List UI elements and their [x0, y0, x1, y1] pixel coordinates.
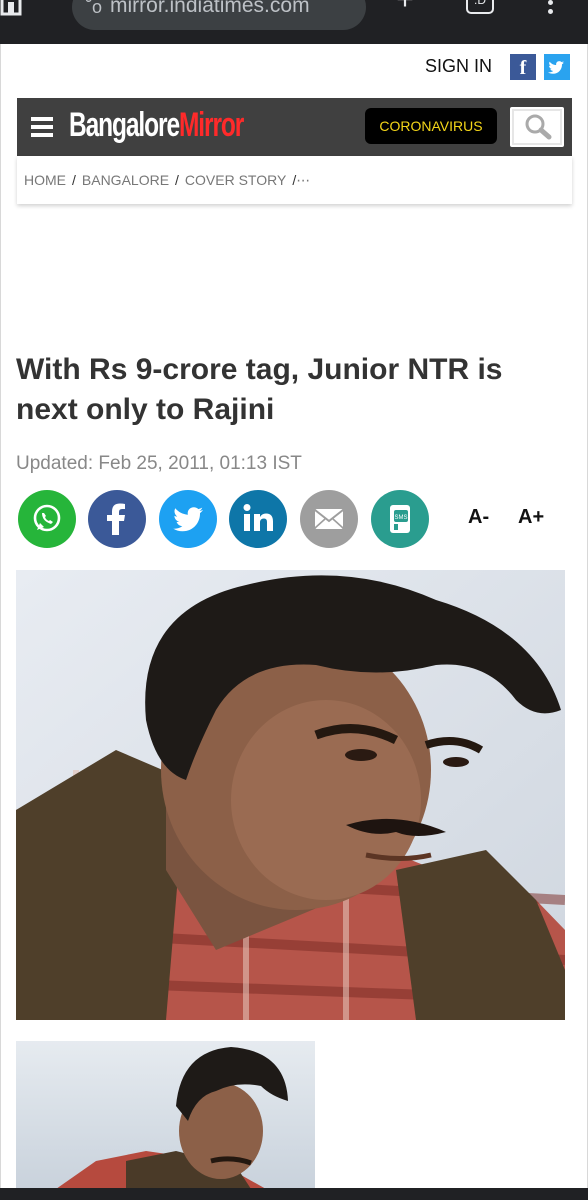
tab-switcher-icon[interactable]: :D [466, 0, 494, 14]
sign-in-link[interactable]: SIGN IN [425, 56, 492, 77]
font-decrease-button[interactable]: A- [468, 506, 489, 529]
sms-share-button[interactable]: SMS [371, 490, 429, 548]
article-timestamp: Updated: Feb 25, 2011, 01:13 IST [16, 453, 302, 474]
site-logo[interactable]: BangaloreMirror [69, 106, 244, 145]
top-utility-bar: SIGN IN f [0, 54, 588, 80]
breadcrumb: HOME / BANGALORE / COVER STORY / ⋯ [17, 156, 572, 204]
more-vert-icon[interactable] [542, 0, 558, 16]
article-headline: With Rs 9-crore tag, Junior NTR is next … [16, 353, 503, 426]
font-increase-button[interactable]: A+ [518, 506, 544, 529]
facebook-share-button[interactable] [88, 490, 146, 548]
browser-bottom-bar [0, 1188, 588, 1200]
address-bar[interactable]: ˘o mirror.indiatimes.com [72, 0, 366, 30]
linkedin-icon [229, 490, 287, 548]
whatsapp-share-button[interactable] [18, 490, 76, 548]
linkedin-share-button[interactable] [229, 490, 287, 548]
home-icon[interactable] [0, 0, 22, 16]
site-settings-icon[interactable]: ˘o [86, 0, 102, 18]
search-icon[interactable] [510, 107, 564, 147]
whatsapp-icon [18, 490, 76, 548]
breadcrumb-home[interactable]: HOME [24, 172, 66, 188]
article-hero-image [16, 570, 565, 1020]
twitter-share-button[interactable] [159, 490, 217, 548]
url-text: mirror.indiatimes.com [110, 0, 310, 17]
tab-count-label: :D [474, 0, 486, 7]
twitter-icon[interactable] [544, 54, 570, 80]
email-icon [300, 490, 358, 548]
site-masthead: BangaloreMirror CORONAVIRUS [17, 98, 572, 156]
logo-text-bangalore: Bangalore [69, 106, 180, 144]
facebook-icon[interactable]: f [510, 54, 536, 80]
hamburger-menu-icon[interactable] [31, 117, 53, 137]
email-share-button[interactable] [300, 490, 358, 548]
facebook-icon [88, 490, 146, 548]
twitter-icon [159, 490, 217, 548]
breadcrumb-cover-story[interactable]: COVER STORY [185, 172, 286, 188]
breadcrumb-ellipsis: ⋯ [296, 171, 311, 188]
coronavirus-button[interactable]: CORONAVIRUS [365, 108, 497, 144]
new-tab-icon[interactable]: + [392, 0, 418, 16]
svg-text:SMS: SMS [394, 515, 407, 521]
breadcrumb-separator: / [175, 172, 179, 188]
browser-toolbar: ˘o mirror.indiatimes.com + :D [0, 0, 588, 44]
logo-text-mirror: Mirror [178, 106, 244, 144]
breadcrumb-separator: / [72, 172, 76, 188]
article-secondary-image [16, 1041, 315, 1189]
sms-icon: SMS [371, 490, 429, 548]
share-toolbar: SMS A- A+ [18, 490, 558, 550]
breadcrumb-bangalore[interactable]: BANGALORE [82, 172, 169, 188]
facebook-glyph: f [519, 57, 527, 79]
